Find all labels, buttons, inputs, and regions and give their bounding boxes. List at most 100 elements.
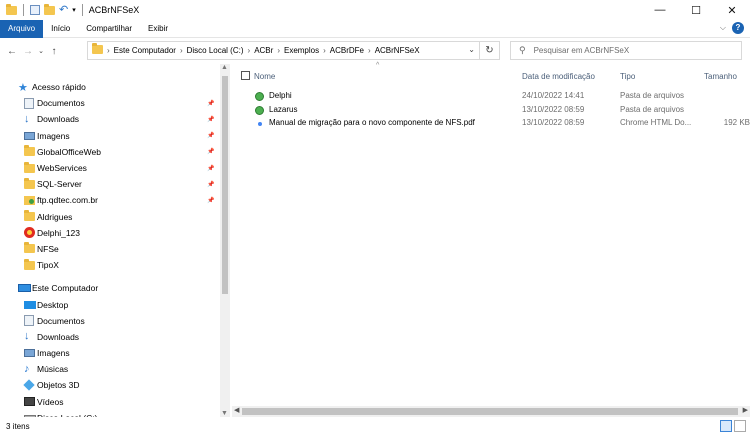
- tab-inicio[interactable]: Início: [43, 20, 78, 38]
- file-name: Delphi: [269, 91, 292, 100]
- breadcrumb-item[interactable]: ACBrNFSeX: [375, 46, 420, 55]
- nav-item[interactable]: Disco Local (C:): [0, 410, 220, 417]
- scroll-down-icon[interactable]: ▼: [221, 410, 228, 417]
- new-folder-icon[interactable]: [44, 3, 55, 17]
- nav-item[interactable]: ♪ Músicas: [0, 361, 220, 377]
- column-name[interactable]: Nome: [254, 68, 275, 84]
- documents-icon: [24, 97, 34, 109]
- undo-icon[interactable]: ↶: [59, 5, 68, 16]
- breadcrumb-item[interactable]: ACBrDFe: [330, 46, 364, 55]
- nav-item-label: Downloads: [37, 114, 80, 125]
- pin-icon: 📌: [207, 116, 215, 123]
- nav-item[interactable]: ↓ Downloads: [0, 329, 220, 345]
- breadcrumb-item[interactable]: Exemplos: [284, 46, 319, 55]
- nav-this-pc[interactable]: Este Computador: [0, 280, 220, 296]
- nav-item[interactable]: ↓ Downloads 📌: [0, 111, 220, 127]
- nav-item-label: Vídeos: [37, 396, 64, 407]
- folder-icon: [24, 242, 35, 254]
- pictures-icon: [24, 131, 35, 140]
- nav-item[interactable]: Imagens 📌: [0, 128, 220, 144]
- nav-item[interactable]: ftp.qdtec.com.br 📌: [0, 192, 220, 208]
- nav-item[interactable]: GlobalOfficeWeb 📌: [0, 144, 220, 160]
- folder-icon: [24, 177, 35, 189]
- nav-item[interactable]: Vídeos: [0, 394, 220, 410]
- file-type: Chrome HTML Do...: [620, 118, 692, 127]
- file-row[interactable]: Manual de migração para o novo component…: [252, 116, 750, 130]
- nav-item-label: TipoX: [37, 260, 59, 271]
- nav-item-label: Documentos: [37, 98, 85, 109]
- breadcrumb-item[interactable]: Este Computador: [114, 46, 176, 55]
- nav-item[interactable]: Delphi_123: [0, 225, 220, 241]
- horizontal-scrollbar[interactable]: ◀ ▶: [232, 406, 750, 417]
- nav-quick-access[interactable]: ★ Acesso rápido: [0, 79, 220, 95]
- nav-item-label: Delphi_123: [37, 227, 81, 238]
- column-modified[interactable]: Data de modificação: [522, 68, 595, 84]
- tab-exibir[interactable]: Exibir: [140, 20, 176, 38]
- folder-icon: [24, 145, 35, 157]
- pin-icon: 📌: [207, 181, 215, 188]
- nav-item[interactable]: NFSe: [0, 241, 220, 257]
- file-name: Manual de migração para o novo component…: [269, 118, 475, 127]
- close-button[interactable]: ✕: [714, 0, 750, 20]
- forward-arrow-icon[interactable]: →: [20, 46, 36, 57]
- back-arrow-icon[interactable]: ←: [4, 46, 20, 57]
- chevron-down-icon[interactable]: ⌄: [468, 45, 475, 54]
- column-type[interactable]: Tipo: [620, 68, 635, 84]
- chevron-right-icon: ›: [107, 46, 110, 55]
- column-size[interactable]: Tamanho: [704, 68, 737, 84]
- minimize-button[interactable]: —: [642, 0, 678, 20]
- nav-item[interactable]: WebServices 📌: [0, 160, 220, 176]
- scrollbar-thumb[interactable]: [222, 76, 228, 294]
- scrollbar-thumb[interactable]: [242, 408, 738, 415]
- ribbon-tabs: Arquivo Início Compartilhar Exibir ⌵ ?: [0, 19, 750, 38]
- up-arrow-icon[interactable]: ↑: [46, 46, 62, 57]
- file-row[interactable]: Lazarus 13/10/2022 08:59 Pasta de arquivos: [252, 103, 750, 117]
- nav-item-label: Músicas: [37, 364, 69, 375]
- tab-arquivo[interactable]: Arquivo: [0, 19, 44, 38]
- maximize-button[interactable]: ☐: [678, 0, 714, 20]
- title-bar: ↶ ▾ ACBrNFSeX — ☐ ✕: [0, 0, 750, 20]
- computer-icon: [18, 284, 31, 293]
- properties-icon[interactable]: [30, 5, 40, 15]
- divider: [23, 4, 24, 16]
- chevron-down-icon[interactable]: ▾: [72, 6, 76, 14]
- address-bar[interactable]: › Este Computador › Disco Local (C:) › A…: [87, 41, 480, 60]
- scroll-up-icon[interactable]: ▲: [221, 64, 228, 71]
- scroll-left-icon[interactable]: ◀: [234, 406, 239, 414]
- pictures-icon: [24, 349, 35, 358]
- desktop-icon: [24, 300, 36, 309]
- nav-item[interactable]: Aldrigues: [0, 209, 220, 225]
- recent-locations-icon[interactable]: ⌄: [36, 47, 46, 55]
- details-view-icon[interactable]: [720, 420, 732, 432]
- file-list: ^ Nome Data de modificação Tipo Tamanho …: [232, 62, 750, 406]
- nav-item[interactable]: TipoX: [0, 257, 220, 273]
- search-input[interactable]: ⚲ Pesquisar em ACBrNFSeX: [510, 41, 742, 60]
- help-icon[interactable]: ?: [732, 22, 744, 34]
- pin-icon: 📌: [207, 133, 215, 140]
- nav-item[interactable]: Imagens: [0, 345, 220, 361]
- quick-access-toolbar: ↶ ▾: [0, 3, 85, 17]
- folder-icon: [24, 258, 35, 270]
- nav-item[interactable]: Documentos: [0, 313, 220, 329]
- music-icon: ♪: [24, 363, 30, 376]
- download-icon: ↓: [24, 330, 30, 343]
- scroll-right-icon[interactable]: ▶: [743, 406, 748, 414]
- select-all-checkbox[interactable]: [241, 71, 250, 80]
- nav-item[interactable]: Documentos 📌: [0, 95, 220, 111]
- nav-label: Este Computador: [32, 283, 99, 294]
- expand-ribbon-icon[interactable]: ⌵: [720, 23, 726, 33]
- tab-compartilhar[interactable]: Compartilhar: [78, 20, 140, 38]
- refresh-icon: ↻: [485, 45, 494, 56]
- large-icons-view-icon[interactable]: [734, 420, 746, 432]
- navigation-bar: ← → ⌄ ↑ › Este Computador › Disco Local …: [0, 40, 750, 62]
- breadcrumb-item[interactable]: ACBr: [254, 46, 273, 55]
- breadcrumb-item[interactable]: Disco Local (C:): [187, 46, 244, 55]
- nav-item-label: Downloads: [37, 331, 80, 342]
- nav-item[interactable]: SQL-Server 📌: [0, 176, 220, 192]
- file-row[interactable]: Delphi 24/10/2022 14:41 Pasta de arquivos: [252, 89, 750, 103]
- nav-item[interactable]: Desktop: [0, 296, 220, 312]
- nav-item[interactable]: Objetos 3D: [0, 377, 220, 393]
- chevron-right-icon: ›: [247, 46, 251, 55]
- refresh-button[interactable]: ↻: [480, 41, 500, 60]
- nav-scrollbar[interactable]: ▲ ▼: [220, 64, 230, 417]
